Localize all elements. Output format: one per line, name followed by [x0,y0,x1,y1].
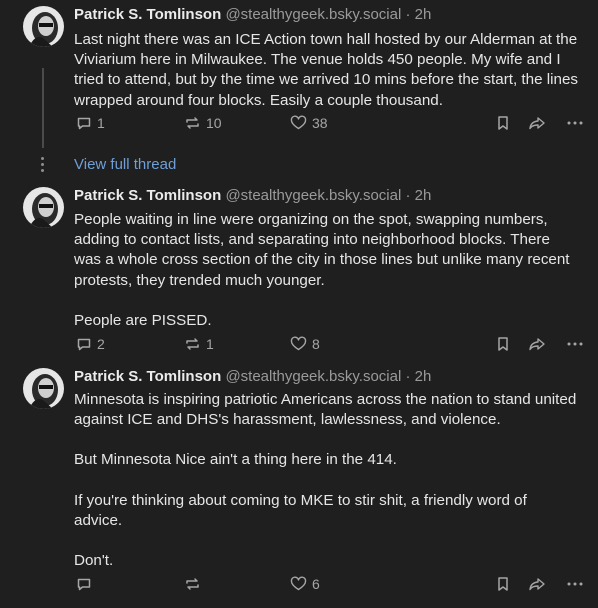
reply-button[interactable]: 1 [76,115,105,131]
post-text: Last night there was an ICE Action town … [74,30,579,111]
like-count: 6 [312,576,320,592]
repost-button[interactable]: 10 [184,115,222,131]
share-icon [529,338,545,351]
post-text: People waiting in line were organizing o… [74,210,579,331]
bookmark-button[interactable] [496,336,510,352]
reply-icon [77,578,91,591]
author-name[interactable]: Patrick S. Tomlinson [74,6,221,23]
reply-icon [77,117,91,130]
post-actions: 2 1 8 [74,336,584,356]
repost-icon [186,338,199,350]
post-actions: 1 10 38 [74,115,584,135]
view-full-thread-link[interactable]: View full thread [74,156,176,174]
avatar-image [23,368,64,409]
author-name[interactable]: Patrick S. Tomlinson [74,368,221,385]
post-time[interactable]: 2h [415,368,432,385]
post-paragraph: Last night there was an ICE Action town … [74,31,578,109]
like-count: 38 [312,115,328,131]
like-count: 8 [312,336,320,352]
bookmark-button[interactable] [496,576,510,592]
repost-button[interactable] [184,576,206,592]
avatar[interactable] [23,187,64,228]
repost-button[interactable]: 1 [184,336,214,352]
avatar-image [23,6,64,47]
avatar[interactable] [23,6,64,47]
repost-count: 10 [206,115,222,131]
like-button[interactable]: 6 [290,576,320,592]
post-header: Patrick S. Tomlinson @stealthygeek.bsky.… [74,6,431,24]
post-paragraph: People are PISSED. [74,311,212,329]
heart-icon [290,336,307,351]
thread-line [42,68,44,148]
share-icon [529,578,545,591]
reply-button[interactable]: 2 [76,336,105,352]
bookmark-icon [498,337,508,351]
share-button[interactable] [528,576,546,592]
bookmark-icon [498,116,508,130]
reply-count: 2 [97,336,105,352]
post-actions: 6 [74,576,584,596]
share-button[interactable] [528,336,546,352]
avatar[interactable] [23,368,64,409]
repost-icon [186,578,199,590]
heart-icon [290,576,307,591]
like-button[interactable]: 8 [290,336,320,352]
post-text: Minnesota is inspiring patriotic America… [74,390,579,571]
more-button[interactable] [566,115,584,131]
more-icon [567,342,583,346]
post-header: Patrick S. Tomlinson @stealthygeek.bsky.… [74,187,431,205]
like-button[interactable]: 38 [290,115,328,131]
more-icon [567,121,583,125]
separator: · [405,368,411,385]
author-handle[interactable]: @stealthygeek.bsky.social [225,187,401,204]
post-paragraph: Don't. [74,552,114,570]
author-handle[interactable]: @stealthygeek.bsky.social [225,6,401,23]
reply-icon [77,338,91,351]
post-header: Patrick S. Tomlinson @stealthygeek.bsky.… [74,368,431,386]
share-icon [529,117,545,130]
post-paragraph: If you're thinking about coming to MKE t… [74,491,527,529]
avatar-image [23,187,64,228]
heart-icon [290,115,307,130]
share-button[interactable] [528,115,546,131]
post-paragraph: But Minnesota Nice ain't a thing here in… [74,451,397,469]
more-button[interactable] [566,576,584,592]
reply-count: 1 [97,115,105,131]
more-icon [567,582,583,586]
separator: · [405,6,411,23]
thread-dots [41,157,44,175]
repost-icon [186,117,199,129]
reply-button[interactable] [76,576,97,592]
post-paragraph: People waiting in line were organizing o… [74,211,570,289]
post-time[interactable]: 2h [415,187,432,204]
separator: · [405,187,411,204]
post-time[interactable]: 2h [415,6,432,23]
bookmark-icon [498,577,508,591]
post-paragraph: Minnesota is inspiring patriotic America… [74,391,577,429]
author-name[interactable]: Patrick S. Tomlinson [74,187,221,204]
more-button[interactable] [566,336,584,352]
repost-count: 1 [206,336,214,352]
bookmark-button[interactable] [496,115,510,131]
author-handle[interactable]: @stealthygeek.bsky.social [225,368,401,385]
